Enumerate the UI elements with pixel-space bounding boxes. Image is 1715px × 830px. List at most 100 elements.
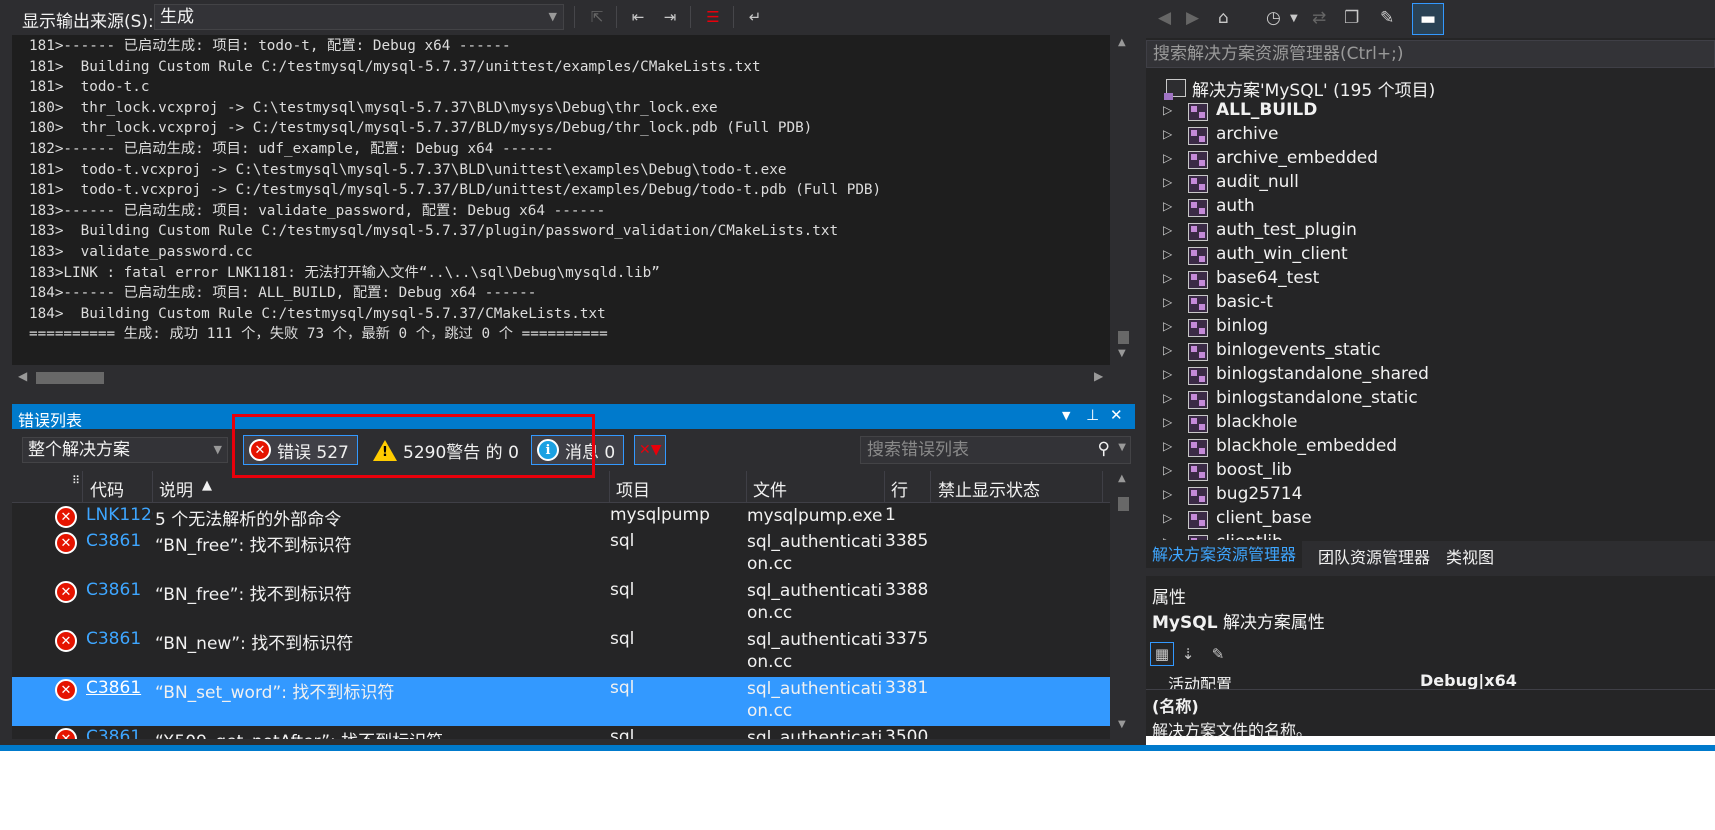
project-node[interactable]: ▷ archive_embedded <box>1146 148 1715 172</box>
column-separator[interactable] <box>82 471 83 503</box>
build-intellisense-filter-button[interactable]: ✕▼ <box>634 435 666 465</box>
project-node[interactable]: ▷ client_base <box>1146 508 1715 532</box>
project-node[interactable]: ▷ audit_null <box>1146 172 1715 196</box>
expand-arrow-icon[interactable]: ▷ <box>1163 487 1172 501</box>
expand-arrow-icon[interactable]: ▷ <box>1163 271 1172 285</box>
project-node[interactable]: ▷ auth <box>1146 196 1715 220</box>
project-node[interactable]: ▷ bug25714 <box>1146 484 1715 508</box>
sync-icon[interactable]: ⇄ <box>1312 8 1326 28</box>
column-header-code[interactable]: 代码 <box>90 476 124 501</box>
column-separator[interactable] <box>609 471 610 503</box>
project-node[interactable]: ▷ base64_test <box>1146 268 1715 292</box>
pending-changes-icon[interactable]: ◷ <box>1266 8 1281 28</box>
forward-icon[interactable]: ▶ <box>1186 8 1199 28</box>
back-icon[interactable]: ◀ <box>1158 8 1171 28</box>
expand-arrow-icon[interactable]: ▷ <box>1163 103 1172 117</box>
expand-arrow-icon[interactable]: ▷ <box>1163 199 1172 213</box>
column-header-line[interactable]: 行 <box>891 476 908 501</box>
project-node[interactable]: ▷ boost_lib <box>1146 460 1715 484</box>
scope-select[interactable]: 整个解决方案 ▼ <box>22 437 228 463</box>
column-separator[interactable] <box>930 471 931 503</box>
output-source-select[interactable]: 生成 ▼ <box>154 4 564 30</box>
column-header-suppression[interactable]: 禁止显示状态 <box>938 476 1040 501</box>
expand-arrow-icon[interactable]: ▷ <box>1163 319 1172 333</box>
solution-root-node[interactable]: 解决方案'MySQL' (195 个项目) <box>1164 76 1435 101</box>
project-node[interactable]: ▷ archive <box>1146 124 1715 148</box>
project-node[interactable]: ▷ basic-t <box>1146 292 1715 316</box>
alphabetical-icon[interactable]: ⇣ <box>1176 642 1200 666</box>
column-separator[interactable] <box>746 471 747 503</box>
warnings-filter-button[interactable]: ! 5290警告 的 0 <box>367 435 528 465</box>
expand-arrow-icon[interactable]: ▷ <box>1163 535 1172 540</box>
expand-arrow-icon[interactable]: ▷ <box>1163 247 1172 261</box>
scrollbar-thumb[interactable] <box>1118 497 1129 511</box>
solution-explorer-search-input[interactable] <box>1153 44 1653 64</box>
search-icon[interactable]: ⚲ <box>1098 439 1110 459</box>
next-message-icon[interactable]: ⇥ <box>658 5 682 29</box>
error-code-link[interactable]: C3861 <box>86 580 153 600</box>
properties-object-selector[interactable]: MySQL 解决方案属性 <box>1146 609 1715 637</box>
error-row[interactable]: ✕ LNK1120 5 个无法解析的外部命令 mysqlpump mysqlpu… <box>12 504 1110 530</box>
categorized-icon[interactable]: ▦ <box>1150 642 1174 666</box>
column-options-icon[interactable]: ⠿ <box>72 474 80 487</box>
project-node[interactable]: ▷ auth_test_plugin <box>1146 220 1715 244</box>
property-pages-wrench-icon[interactable]: ✎ <box>1206 642 1230 666</box>
chevron-down-icon[interactable]: ▼ <box>1118 442 1126 453</box>
preview-selected-items-icon[interactable]: ▬ <box>1412 3 1444 35</box>
output-horizontal-scrollbar[interactable]: ◀ ▶ <box>12 365 1110 389</box>
expand-arrow-icon[interactable]: ▷ <box>1163 415 1172 429</box>
project-node[interactable]: ▷ blackhole_embedded <box>1146 436 1715 460</box>
error-code-link[interactable]: C3861 <box>86 727 153 739</box>
column-header-project[interactable]: 项目 <box>616 476 650 501</box>
expand-arrow-icon[interactable]: ▷ <box>1163 391 1172 405</box>
tab-team-explorer[interactable]: 团队资源管理器 <box>1318 544 1430 568</box>
scrollbar-thumb[interactable] <box>36 372 104 384</box>
property-row[interactable]: 活动配置 Debug|x64 <box>1146 671 1715 689</box>
properties-wrench-icon[interactable]: ✎ <box>1380 8 1394 28</box>
tab-class-view[interactable]: 类视图 <box>1446 544 1494 568</box>
project-node[interactable]: ▷ blackhole <box>1146 412 1715 436</box>
expand-arrow-icon[interactable]: ▷ <box>1163 511 1172 525</box>
output-vertical-scrollbar[interactable]: ▲ ▼ <box>1112 35 1134 365</box>
clear-all-icon[interactable]: ☰ <box>701 5 725 29</box>
error-row[interactable]: ✕ C3861 “BN_new”: 找不到标识符 sql sql_authent… <box>12 628 1110 677</box>
expand-arrow-icon[interactable]: ▷ <box>1163 367 1172 381</box>
scrollbar-thumb[interactable] <box>1118 331 1129 344</box>
scroll-up-icon[interactable]: ▲ <box>1118 37 1126 48</box>
window-position-icon[interactable]: ▼ <box>1062 409 1070 422</box>
scroll-left-icon[interactable]: ◀ <box>18 369 27 383</box>
expand-arrow-icon[interactable]: ▷ <box>1163 127 1172 141</box>
error-vertical-scrollbar[interactable]: ▲ ▼ <box>1112 471 1134 739</box>
errors-filter-button[interactable]: ✕ 错误 527 <box>243 435 358 465</box>
tab-solution-explorer[interactable]: 解决方案资源管理器 <box>1146 541 1303 568</box>
error-row[interactable]: ✕ C3861 “BN_free”: 找不到标识符 sql sql_authen… <box>12 530 1110 579</box>
column-separator[interactable] <box>152 471 153 503</box>
messages-filter-button[interactable]: i 消息 0 <box>531 435 625 465</box>
output-text[interactable]: 181>------ 已启动生成: 项目: todo-t, 配置: Debug … <box>12 35 1110 365</box>
error-row-selected[interactable]: ✕ C3861 “BN_set_word”: 找不到标识符 sql sql_au… <box>12 677 1110 726</box>
home-icon[interactable]: ⌂ <box>1218 8 1229 28</box>
scroll-down-icon[interactable]: ▼ <box>1118 348 1126 359</box>
error-search-box[interactable]: ⚲ ▼ <box>860 436 1131 464</box>
column-header-file[interactable]: 文件 <box>753 476 787 501</box>
solution-explorer-search[interactable] <box>1146 40 1715 68</box>
error-code-link[interactable]: C3861 <box>86 629 153 649</box>
error-code-link[interactable]: LNK1120 <box>86 505 153 525</box>
error-code-link[interactable]: C3861 <box>86 678 153 698</box>
previous-message-icon[interactable]: ⇤ <box>626 5 650 29</box>
project-node[interactable]: ▷ binlogevents_static <box>1146 340 1715 364</box>
column-separator[interactable] <box>1102 471 1103 503</box>
column-separator[interactable] <box>884 471 885 503</box>
word-wrap-icon[interactable]: ↵ <box>743 5 767 29</box>
error-code-link[interactable]: C3861 <box>86 531 153 551</box>
scroll-right-icon[interactable]: ▶ <box>1094 369 1103 383</box>
project-node[interactable]: ▷ binlog <box>1146 316 1715 340</box>
expand-arrow-icon[interactable]: ▷ <box>1163 295 1172 309</box>
project-node[interactable]: ▷ auth_win_client <box>1146 244 1715 268</box>
chevron-down-icon[interactable]: ▼ <box>1290 13 1298 24</box>
scroll-up-icon[interactable]: ▲ <box>1118 473 1126 484</box>
column-header-description[interactable]: 说明 <box>159 476 193 501</box>
expand-arrow-icon[interactable]: ▷ <box>1163 151 1172 165</box>
expand-arrow-icon[interactable]: ▷ <box>1163 223 1172 237</box>
expand-arrow-icon[interactable]: ▷ <box>1163 439 1172 453</box>
